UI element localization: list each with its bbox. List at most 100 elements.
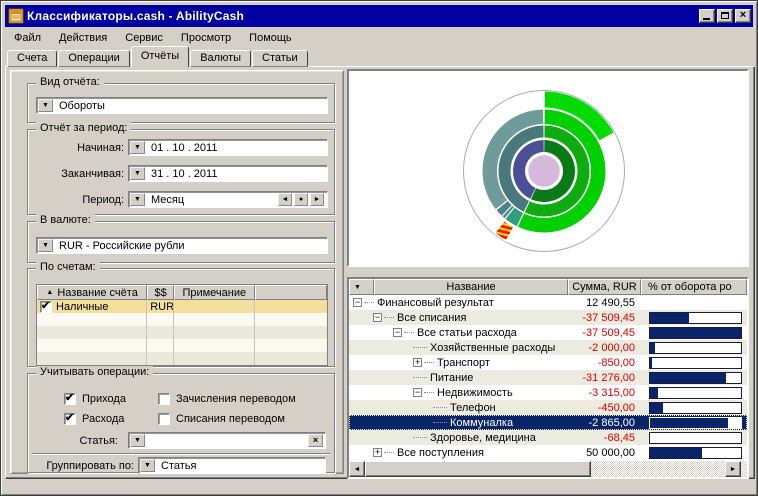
period-end-combo[interactable]: ▼ 31 . 10 . 2011 xyxy=(128,165,328,182)
tree-line xyxy=(404,332,414,333)
close-button[interactable]: × xyxy=(735,9,751,23)
results-row[interactable]: Коммуналка-2 865,00 xyxy=(349,415,747,430)
results-col-name[interactable]: Название xyxy=(374,279,568,295)
results-row[interactable]: −Финансовый результат12 490,55 xyxy=(349,295,747,310)
tab-currencies[interactable]: Валюты xyxy=(190,50,251,67)
period-end-value: 31 . 10 . 2011 xyxy=(146,168,327,180)
dropdown-arrow-icon[interactable]: ▼ xyxy=(130,167,145,180)
tree-cell: +Все поступления xyxy=(349,445,568,460)
results-row[interactable]: +Все поступления50 000,00 xyxy=(349,445,747,460)
tab-reports[interactable]: Отчёты xyxy=(131,46,189,67)
currency-combo[interactable]: ▼ RUR - Российские рубли xyxy=(36,237,328,254)
account-checkbox[interactable]: ✔ xyxy=(40,301,52,313)
results-row[interactable]: +Транспорт-850,00 xyxy=(349,355,747,370)
maximize-button[interactable] xyxy=(717,9,733,23)
menu-help[interactable]: Помощь xyxy=(240,30,301,46)
titlebar[interactable]: Классификаторы.cash - AbilityCash × xyxy=(5,5,753,27)
minimize-button[interactable] xyxy=(699,9,715,23)
report-results-panel: ▼ Название Сумма, RUR % от оборота ро −Ф… xyxy=(347,277,749,479)
chart-center-Финансовый результат[interactable] xyxy=(528,155,561,188)
article-combo[interactable]: ▼ × xyxy=(128,432,326,449)
report-type-combo[interactable]: ▼ Обороты xyxy=(36,97,328,114)
account-empty-row[interactable] xyxy=(37,339,327,352)
account-empty-row[interactable] xyxy=(37,326,327,339)
results-row[interactable]: −Все статьи расхода-37 509,45 xyxy=(349,325,747,340)
percent-cell xyxy=(641,402,747,414)
accounts-col-name[interactable]: ▲ Название счёта xyxy=(37,285,147,300)
period-next-button[interactable]: ► xyxy=(310,193,324,206)
results-header: ▼ Название Сумма, RUR % от оборота ро xyxy=(349,279,747,295)
group-by-combo[interactable]: ▼ Статья xyxy=(138,457,326,474)
tree-cell: Коммуналка xyxy=(349,415,568,430)
collapse-icon[interactable]: − xyxy=(373,313,382,322)
collapse-icon[interactable]: − xyxy=(353,298,362,307)
clear-article-button[interactable]: × xyxy=(308,434,323,447)
dropdown-arrow-icon[interactable]: ▼ xyxy=(130,193,145,206)
period-step-combo[interactable]: ▼ Месяц ◄ ● ► xyxy=(128,191,328,208)
period-prev-button[interactable]: ◄ xyxy=(278,193,292,206)
checkbox-2[interactable]: ✔Расхода xyxy=(64,412,124,425)
account-empty-row[interactable] xyxy=(37,352,327,365)
percent-bar xyxy=(649,402,742,414)
expand-icon[interactable]: + xyxy=(373,448,382,457)
scroll-right-button[interactable]: ► xyxy=(725,461,741,477)
checkbox-box[interactable] xyxy=(158,393,170,405)
checkbox-3[interactable]: Зачисления переводом xyxy=(158,392,296,405)
menu-view[interactable]: Просмотр xyxy=(172,30,240,46)
results-row[interactable]: Здоровье, медицина-68,45 xyxy=(349,430,747,445)
report-type-group: Вид отчёта: ▼ Обороты xyxy=(27,83,335,123)
expand-icon[interactable]: + xyxy=(413,358,422,367)
amount-cell: -850,00 xyxy=(568,357,641,369)
scrollbar-thumb[interactable] xyxy=(365,461,591,477)
period-start-combo[interactable]: ▼ 01 . 10 . 2011 xyxy=(128,139,328,156)
amount-cell: 50 000,00 xyxy=(568,447,641,459)
checkbox-box[interactable]: ✔ xyxy=(64,393,76,405)
period-current-button[interactable]: ● xyxy=(294,193,308,206)
results-col-amount[interactable]: Сумма, RUR xyxy=(568,279,641,295)
results-filter-cell[interactable]: ▼ xyxy=(349,279,374,295)
row-label: Все списания xyxy=(397,312,466,324)
amount-cell: -2 000,00 xyxy=(568,342,641,354)
accounts-group-label: По счетам: xyxy=(36,261,100,273)
account-row[interactable]: ✔НаличныеRUR xyxy=(37,300,327,313)
checkbox-1[interactable]: ✔Прихода xyxy=(64,392,126,405)
turnover-sunburst-chart[interactable] xyxy=(349,71,747,265)
dropdown-arrow-icon[interactable]: ▼ xyxy=(140,459,155,472)
tree-cell: +Транспорт xyxy=(349,355,568,370)
menu-service[interactable]: Сервис xyxy=(116,30,172,46)
collapse-icon[interactable]: − xyxy=(393,328,402,337)
horizontal-scrollbar[interactable]: ◄ ► xyxy=(349,461,747,477)
dropdown-arrow-icon[interactable]: ▼ xyxy=(130,141,145,154)
accounts-col-extra[interactable] xyxy=(255,285,328,300)
percent-bar xyxy=(649,327,742,339)
results-col-percent[interactable]: % от оборота ро xyxy=(641,279,747,295)
scroll-left-button[interactable]: ◄ xyxy=(349,461,365,477)
dropdown-arrow-icon[interactable]: ▼ xyxy=(38,99,53,112)
results-row[interactable]: Питание-31 276,00 xyxy=(349,370,747,385)
period-start-label: Начиная: xyxy=(36,142,124,154)
results-row[interactable]: Хозяйственные расходы -2 000,00 xyxy=(349,340,747,355)
percent-cell xyxy=(641,357,747,369)
dropdown-arrow-icon[interactable]: ▼ xyxy=(130,434,145,447)
row-label: Хозяйственные расходы xyxy=(430,342,555,354)
tab-articles[interactable]: Статьи xyxy=(252,50,308,67)
results-row[interactable]: −Недвижимость-3 315,00 xyxy=(349,385,747,400)
tab-operations[interactable]: Операции xyxy=(58,50,129,67)
check-icon: ✔ xyxy=(65,391,74,404)
menu-file[interactable]: Файл xyxy=(5,30,50,46)
accounts-col-currency[interactable]: $$ xyxy=(147,285,174,300)
menu-actions[interactable]: Действия xyxy=(50,30,116,46)
row-label: Недвижимость xyxy=(437,387,513,399)
percent-bar-fill xyxy=(650,373,726,383)
checkbox-box[interactable]: ✔ xyxy=(64,413,76,425)
percent-bar xyxy=(649,312,742,324)
accounts-col-note[interactable]: Примечание xyxy=(174,285,254,300)
collapse-icon[interactable]: − xyxy=(413,388,422,397)
account-empty-row[interactable] xyxy=(37,313,327,326)
results-row[interactable]: −Все списания-37 509,45 xyxy=(349,310,747,325)
dropdown-arrow-icon[interactable]: ▼ xyxy=(38,239,53,252)
results-row[interactable]: Телефон-450,00 xyxy=(349,400,747,415)
checkbox-box[interactable] xyxy=(158,413,170,425)
checkbox-4[interactable]: Списания переводом xyxy=(158,412,285,425)
tab-accounts[interactable]: Счета xyxy=(7,50,57,67)
